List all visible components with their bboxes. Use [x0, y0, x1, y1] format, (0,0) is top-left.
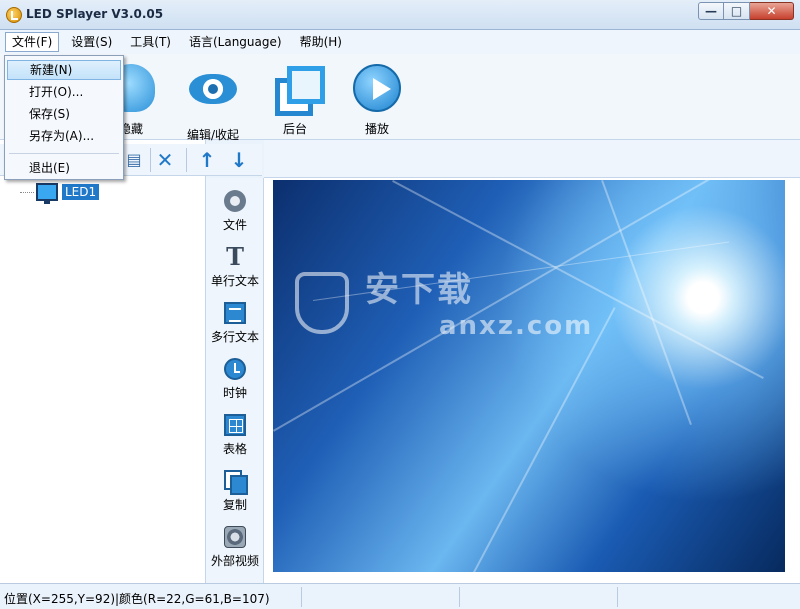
file-menu-save-as[interactable]: 另存为(A)...: [7, 126, 121, 146]
text-t-icon: T: [226, 242, 244, 271]
play-icon: [353, 64, 401, 112]
copy-screen-icon[interactable]: ▤: [122, 148, 146, 172]
file-menu-save[interactable]: 保存(S): [7, 104, 121, 124]
tree-toolbar-divider: [186, 148, 187, 172]
monitor-icon: [36, 183, 58, 204]
palette-label: 单行文本: [210, 274, 259, 288]
palette-external-video[interactable]: 外部视频: [206, 518, 264, 572]
palette-clock[interactable]: 时钟: [206, 350, 264, 404]
menu-settings[interactable]: 设置(S): [65, 32, 118, 52]
title-bar: LED SPlayer V3.0.05 — □ ✕: [0, 0, 800, 30]
maximize-button[interactable]: □: [724, 2, 750, 20]
copy-icon: [224, 470, 248, 495]
move-up-button[interactable]: ↑: [195, 148, 219, 172]
watermark-text: 安下载: [365, 270, 473, 310]
palette-label: 外部视频: [210, 554, 259, 568]
palette-table[interactable]: 表格: [206, 406, 264, 460]
window-controls: — □ ✕: [698, 2, 794, 22]
file-menu-new[interactable]: 新建(N): [7, 60, 121, 80]
file-menu-exit[interactable]: 退出(E): [7, 158, 121, 178]
tree-node-label: LED1: [62, 184, 100, 200]
status-divider: [617, 587, 618, 607]
menu-bar: 文件(F) 设置(S) 工具(T) 语言(Language) 帮助(H): [0, 30, 800, 54]
eye-icon: [189, 74, 237, 104]
canvas-header: [264, 140, 800, 178]
screen-tree-panel: ▤ ✕ ↑ ↓ LED1: [0, 140, 262, 583]
menu-help[interactable]: 帮助(H): [294, 32, 348, 52]
background-button[interactable]: 后台: [260, 60, 330, 138]
clock-icon: [224, 358, 246, 380]
watermark-sub: anxz.com: [439, 311, 594, 341]
play-label: 播放: [364, 122, 389, 136]
palette-label: 复制: [222, 498, 247, 512]
edit-collapse-button[interactable]: 编辑/收起: [178, 60, 248, 142]
menu-separator: [9, 153, 119, 154]
palette-label: 文件: [222, 218, 247, 232]
watermark: 安下载 anxz.com: [365, 262, 593, 341]
close-button[interactable]: ✕: [750, 2, 794, 20]
status-bar: 位置(X=255,Y=92)|颜色(R=22,G=61,B=107): [0, 583, 800, 609]
delete-button[interactable]: ✕: [153, 148, 177, 172]
app-logo-icon: [6, 7, 22, 23]
play-button[interactable]: 播放: [342, 60, 412, 138]
light-beam: [601, 180, 692, 426]
film-reel-icon: [224, 190, 246, 212]
move-down-button[interactable]: ↓: [227, 148, 251, 172]
palette-label: 表格: [222, 442, 247, 456]
palette-copy[interactable]: 复制: [206, 462, 264, 516]
table-icon: [224, 414, 246, 436]
status-divider: [459, 587, 460, 607]
palette-file[interactable]: 文件: [206, 182, 264, 236]
external-video-icon: [224, 526, 246, 548]
window-title: LED SPlayer V3.0.05: [26, 7, 164, 21]
file-menu-dropdown: 新建(N) 打开(O)... 保存(S) 另存为(A)... 退出(E): [4, 55, 124, 180]
palette-label: 时钟: [222, 386, 247, 400]
menu-tools[interactable]: 工具(T): [124, 32, 177, 52]
status-divider: [301, 587, 302, 607]
status-position-color: 位置(X=255,Y=92)|颜色(R=22,G=61,B=107): [4, 592, 270, 606]
background-label: 后台: [282, 122, 307, 136]
watermark-shield-icon: [295, 272, 349, 334]
tree-connector: [20, 191, 34, 193]
tree-node-led1[interactable]: LED1: [20, 181, 100, 204]
led-preview-image[interactable]: 安下载 anxz.com: [273, 180, 785, 572]
component-palette: 文件 T 单行文本 多行文本 时钟 表格 复制 外部视频: [206, 178, 264, 583]
menu-language[interactable]: 语言(Language): [183, 32, 288, 52]
file-menu-open[interactable]: 打开(O)...: [7, 82, 121, 102]
palette-label: 多行文本: [210, 330, 259, 344]
tree-toolbar-divider: [150, 148, 151, 172]
menu-file[interactable]: 文件(F): [5, 32, 60, 52]
document-icon: [224, 302, 246, 324]
palette-single-line-text[interactable]: T 单行文本: [206, 238, 264, 292]
palette-multi-line-text[interactable]: 多行文本: [206, 294, 264, 348]
minimize-button[interactable]: —: [698, 2, 724, 20]
windows-icon: [271, 64, 325, 116]
light-beam: [473, 307, 616, 572]
